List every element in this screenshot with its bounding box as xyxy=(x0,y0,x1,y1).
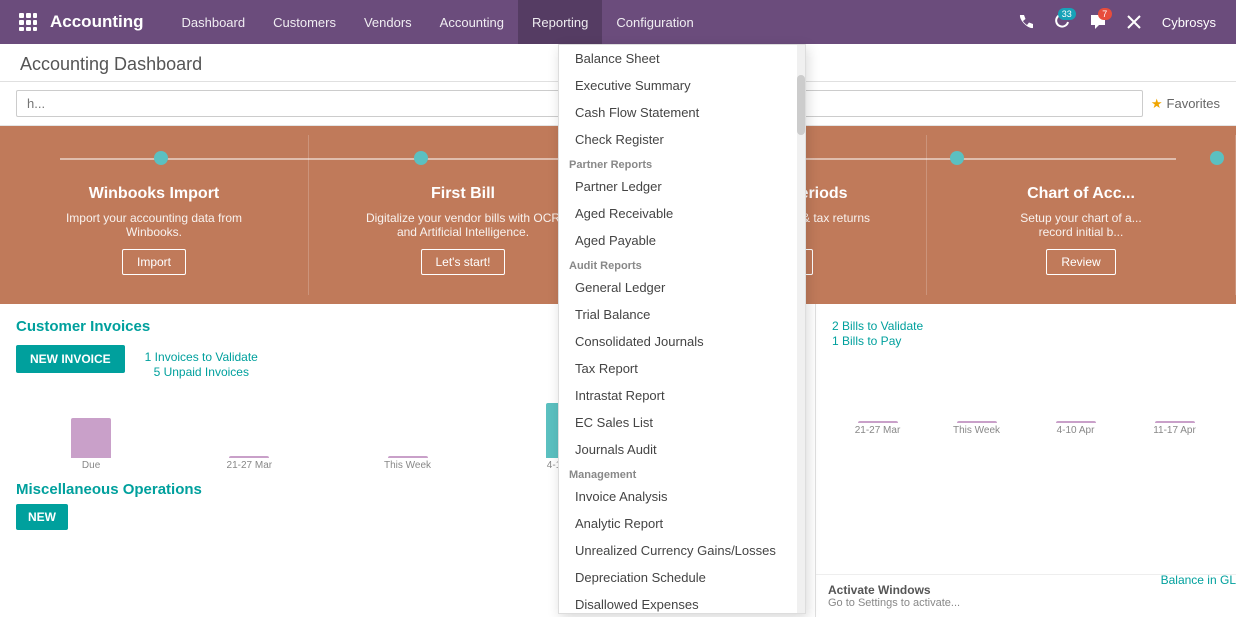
bar-due xyxy=(71,418,111,458)
scrollbar-thumb[interactable] xyxy=(797,75,805,135)
carousel-btn-1[interactable]: Import xyxy=(122,249,186,275)
carousel-dot-3 xyxy=(950,151,964,165)
bar-mar xyxy=(229,456,269,458)
bills-to-pay-link[interactable]: 1 Bills to Pay xyxy=(832,334,901,348)
menu-item-customers[interactable]: Customers xyxy=(259,0,350,44)
refresh-badge: 33 xyxy=(1058,8,1076,20)
carousel-title-2: First Bill xyxy=(431,185,495,203)
dropdown-item-journals-audit[interactable]: Journals Audit xyxy=(559,436,805,463)
bar-label-due: Due xyxy=(82,460,100,471)
carousel-dot-2 xyxy=(414,151,428,165)
invoices-to-validate-link[interactable]: 1 Invoices to Validate xyxy=(145,350,258,364)
dropdown-item-consolidated-journals[interactable]: Consolidated Journals xyxy=(559,328,805,355)
vendor-bills-chart: 21-27 Mar This Week 4-10 Apr 11-17 Apr xyxy=(832,356,1220,436)
menu-item-vendors[interactable]: Vendors xyxy=(350,0,426,44)
vbar-thisweek xyxy=(957,421,997,423)
star-icon: ★ xyxy=(1151,96,1163,112)
menu-item-configuration[interactable]: Configuration xyxy=(602,0,707,44)
menu-item-reporting[interactable]: Reporting xyxy=(518,0,602,44)
vbar-group-apr2: 11-17 Apr xyxy=(1129,421,1220,436)
dropdown-item-general-ledger[interactable]: General Ledger xyxy=(559,274,805,301)
dropdown-item-cash-flow[interactable]: Cash Flow Statement xyxy=(559,99,805,126)
main-menu: Dashboard Customers Vendors Accounting R… xyxy=(168,0,1010,44)
dropdown-item-aged-receivable[interactable]: Aged Receivable xyxy=(559,200,805,227)
bar-thisweek xyxy=(388,456,428,458)
dropdown-item-analytic-report[interactable]: Analytic Report xyxy=(559,510,805,537)
menu-item-dashboard[interactable]: Dashboard xyxy=(168,0,260,44)
activate-line2: Go to Settings to activate... xyxy=(828,597,1224,609)
dropdown-item-aged-payable[interactable]: Aged Payable xyxy=(559,227,805,254)
vbar-group-thisweek: This Week xyxy=(931,421,1022,436)
vbar-label-apr: 4-10 Apr xyxy=(1057,425,1095,436)
bills-to-validate-link[interactable]: 2 Bills to Validate xyxy=(832,319,923,333)
reporting-dropdown: Balance Sheet Executive Summary Cash Flo… xyxy=(558,44,806,614)
vbar-mar xyxy=(858,421,898,423)
carousel-dot-1 xyxy=(154,151,168,165)
dropdown-item-check-register[interactable]: Check Register xyxy=(559,126,805,153)
dropdown-item-tax-report[interactable]: Tax Report xyxy=(559,355,805,382)
carousel-desc-2: Digitalize your vendor bills with OCRand… xyxy=(366,211,560,239)
phone-icon-button[interactable] xyxy=(1010,6,1042,38)
top-navigation: Accounting Dashboard Customers Vendors A… xyxy=(0,0,1236,44)
page-title: Accounting Dashboard xyxy=(20,54,202,74)
carousel-title-4: Chart of Acc... xyxy=(1027,185,1135,203)
bar-label-thisweek: This Week xyxy=(384,460,431,471)
carousel-btn-2[interactable]: Let's start! xyxy=(421,249,506,275)
carousel-title-1: Winbooks Import xyxy=(89,185,220,203)
carousel-desc-1: Import your accounting data fromWinbooks… xyxy=(66,211,242,239)
vbar-group-mar: 21-27 Mar xyxy=(832,421,923,436)
dropdown-item-trial-balance[interactable]: Trial Balance xyxy=(559,301,805,328)
unpaid-invoices-link[interactable]: 5 Unpaid Invoices xyxy=(154,365,249,379)
close-icon-button[interactable] xyxy=(1118,6,1150,38)
carousel-btn-4[interactable]: Review xyxy=(1046,249,1115,275)
new-misc-button[interactable]: NEW xyxy=(16,504,68,530)
dropdown-item-partner-ledger[interactable]: Partner Ledger xyxy=(559,173,805,200)
vbar-group-apr: 4-10 Apr xyxy=(1030,421,1121,436)
vbar-label-apr2: 11-17 Apr xyxy=(1153,425,1196,436)
new-invoice-button[interactable]: NEW INVOICE xyxy=(16,345,125,373)
favorites-label: Favorites xyxy=(1167,96,1220,111)
bar-group-due: Due xyxy=(16,418,166,471)
dropdown-item-balance-sheet[interactable]: Balance Sheet xyxy=(559,45,805,72)
refresh-icon-button[interactable]: 33 xyxy=(1046,6,1078,38)
dropdown-item-ec-sales-list[interactable]: EC Sales List xyxy=(559,409,805,436)
dropdown-item-unrealized-currency[interactable]: Unrealized Currency Gains/Losses xyxy=(559,537,805,564)
bar-group-mar: 21-27 Mar xyxy=(174,456,324,471)
dropdown-section-audit-reports: Audit Reports xyxy=(559,254,805,274)
dropdown-section-management: Management xyxy=(559,463,805,483)
vendor-bills-section: 2 Bills to Validate 1 Bills to Pay 21-27… xyxy=(816,304,1236,617)
chat-icon-button[interactable]: 7 xyxy=(1082,6,1114,38)
bar-label-mar: 21-27 Mar xyxy=(227,460,273,471)
dropdown-section-partner-reports: Partner Reports xyxy=(559,153,805,173)
grid-icon[interactable] xyxy=(12,6,44,38)
username-label[interactable]: Cybrosys xyxy=(1154,15,1224,30)
carousel-dot-4 xyxy=(1210,151,1224,165)
bar-group-thisweek: This Week xyxy=(332,456,482,471)
dropdown-item-disallowed-expenses[interactable]: Disallowed Expenses xyxy=(559,591,805,614)
dropdown-item-depreciation-schedule[interactable]: Depreciation Schedule xyxy=(559,564,805,591)
favorites-button[interactable]: ★ Favorites xyxy=(1151,96,1220,112)
vbar-label-mar: 21-27 Mar xyxy=(855,425,901,436)
app-logo: Accounting xyxy=(50,12,144,32)
vbar-apr2 xyxy=(1155,421,1195,423)
chat-badge: 7 xyxy=(1098,8,1112,20)
dropdown-scrollbar xyxy=(797,45,805,613)
dropdown-item-invoice-analysis[interactable]: Invoice Analysis xyxy=(559,483,805,510)
carousel-desc-4: Setup your chart of a...record initial b… xyxy=(1020,211,1141,239)
top-nav-right: 33 7 Cybrosys xyxy=(1010,6,1224,38)
vbar-label-thisweek: This Week xyxy=(953,425,1000,436)
balance-gl-link[interactable]: Balance in GL xyxy=(1161,573,1236,587)
menu-item-accounting[interactable]: Accounting xyxy=(426,0,518,44)
vbar-apr xyxy=(1056,421,1096,423)
dropdown-item-intrastat-report[interactable]: Intrastat Report xyxy=(559,382,805,409)
dropdown-item-executive-summary[interactable]: Executive Summary xyxy=(559,72,805,99)
